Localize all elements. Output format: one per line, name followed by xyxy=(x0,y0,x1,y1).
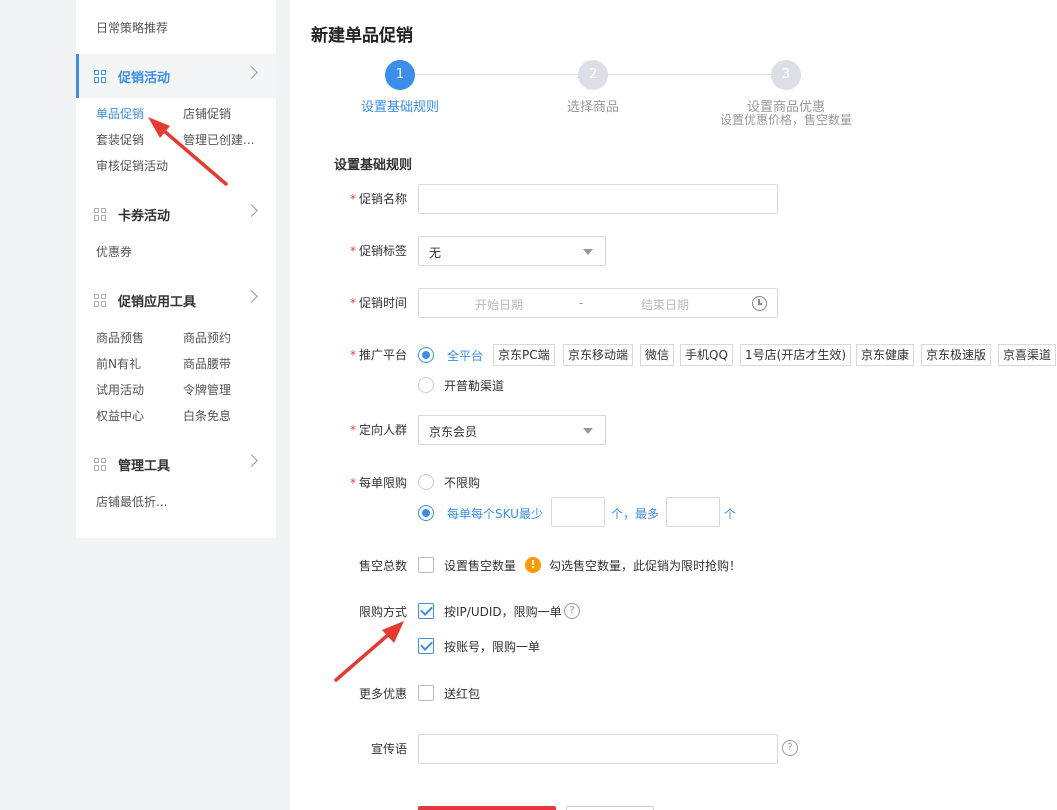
platform-all-label[interactable]: 全平台 xyxy=(447,347,483,364)
slogan-input[interactable] xyxy=(418,734,778,764)
platform-tag-wechat[interactable]: 微信 xyxy=(640,344,675,366)
promo-tag-value: 无 xyxy=(429,246,442,260)
step-2-label: 选择商品 xyxy=(566,100,619,115)
platform-tag-jd-lite[interactable]: 京东极速版 xyxy=(921,344,992,366)
clock-icon xyxy=(752,296,767,311)
sidebar-link-lowest-discount[interactable]: 店铺最低折... xyxy=(96,493,167,510)
platform-tag-mobile-qq[interactable]: 手机QQ xyxy=(680,344,733,366)
audience-value: 京东会员 xyxy=(429,425,478,439)
soldout-checkbox[interactable] xyxy=(418,557,434,573)
step-3-sublabel: 设置优惠价格，售空数量 xyxy=(719,113,852,127)
sidebar-section-title: 卡券活动 xyxy=(118,208,171,224)
caret-down-icon xyxy=(583,428,593,434)
platform-tag-jd-mobile[interactable]: 京东移动端 xyxy=(563,344,634,366)
sidebar-link-interest-free[interactable]: 白条免息 xyxy=(183,407,231,424)
chevron-right-icon xyxy=(245,66,258,79)
sidebar-link-benefits[interactable]: 权益中心 xyxy=(96,407,144,424)
grid-icon xyxy=(94,457,107,471)
sidebar-link-product-belt[interactable]: 商品腰带 xyxy=(183,355,231,372)
chevron-right-icon xyxy=(245,454,258,467)
promo-name-input[interactable] xyxy=(418,184,778,214)
sidebar-link-reservation[interactable]: 商品预约 xyxy=(183,329,231,346)
limit-min-input[interactable] xyxy=(551,497,605,527)
warning-icon: ! xyxy=(525,557,541,573)
section-title: 设置基础规则 xyxy=(334,158,413,173)
sidebar: 日常策略推荐 促销活动 单品促销 店铺促销 套装促销 管理已创建... 审核促销… xyxy=(76,0,276,538)
promo-tag-label: * 促销标签 xyxy=(349,244,407,258)
platform-tag-jd-health[interactable]: 京东健康 xyxy=(856,344,915,366)
sidebar-section-coupons[interactable]: 卡券活动 xyxy=(76,192,276,236)
sidebar-section-promotions[interactable]: 促销活动 xyxy=(76,54,276,98)
cancel-button[interactable] xyxy=(566,806,654,810)
sidebar-link-coupon[interactable]: 优惠券 xyxy=(96,243,132,260)
sidebar-section-tools[interactable]: 促销应用工具 xyxy=(76,278,276,322)
limit-account-label[interactable]: 按账号，限购一单 xyxy=(444,638,540,655)
chevron-right-icon xyxy=(245,290,258,303)
grid-icon xyxy=(94,69,107,83)
chevron-right-icon xyxy=(245,204,258,217)
step-connector xyxy=(607,74,771,75)
grid-icon xyxy=(94,293,107,307)
audience-label: * 定向人群 xyxy=(349,423,407,437)
sidebar-section-title: 促销应用工具 xyxy=(118,294,197,310)
step-1-label: 设置基础规则 xyxy=(360,100,439,115)
sidebar-link-bundle-promo[interactable]: 套装促销 xyxy=(96,131,144,148)
promo-name-label: * 促销名称 xyxy=(349,192,407,206)
sidebar-link-trial[interactable]: 试用活动 xyxy=(96,381,144,398)
limit-ip-checkbox[interactable] xyxy=(418,603,434,619)
limit-label: * 每单限购 xyxy=(349,476,407,490)
grid-icon xyxy=(94,207,107,221)
platform-all-radio[interactable] xyxy=(418,347,434,363)
promo-tag-select[interactable]: 无 xyxy=(418,236,606,266)
page-title: 新建单品促销 xyxy=(311,26,413,46)
promo-time-label: * 促销时间 xyxy=(349,296,407,310)
step-1-circle: 1 xyxy=(385,60,415,90)
soldout-label: 售空总数 xyxy=(358,559,407,573)
sidebar-section-title: 管理工具 xyxy=(118,458,171,474)
limit-ip-label[interactable]: 按IP/UDID，限购一单 xyxy=(444,603,562,620)
step-connector xyxy=(415,74,578,75)
sidebar-link-first-n-gift[interactable]: 前N有礼 xyxy=(96,355,141,372)
red-packet-label[interactable]: 送红包 xyxy=(444,685,480,702)
limit-account-checkbox[interactable] xyxy=(418,638,434,654)
sidebar-section-manage-tools[interactable]: 管理工具 xyxy=(76,442,276,486)
sidebar-link-token[interactable]: 令牌管理 xyxy=(183,381,231,398)
soldout-check-label[interactable]: 设置售空数量 xyxy=(444,557,516,574)
step-2-circle: 2 xyxy=(578,60,608,90)
platform-kepler-radio[interactable] xyxy=(418,377,434,393)
limit-none-label[interactable]: 不限购 xyxy=(444,474,480,491)
promo-time-range-picker[interactable]: 开始日期 - 结束日期 xyxy=(418,288,778,318)
next-step-button[interactable] xyxy=(418,806,556,810)
end-date-placeholder[interactable]: 结束日期 xyxy=(641,296,689,313)
sidebar-top-link[interactable]: 日常策略推荐 xyxy=(96,19,168,36)
slogan-label: 宣传语 xyxy=(370,742,407,756)
annotation-arrow xyxy=(148,117,228,186)
platform-kepler-label[interactable]: 开普勒渠道 xyxy=(444,377,504,394)
platform-label: * 推广平台 xyxy=(349,348,407,362)
annotation-arrow xyxy=(334,621,404,682)
limit-none-radio[interactable] xyxy=(418,474,434,490)
limit-unit-max-label: 个，最多 xyxy=(611,507,660,521)
limit-sku-radio[interactable] xyxy=(418,505,434,521)
audience-select[interactable]: 京东会员 xyxy=(418,415,606,445)
step-3-circle: 3 xyxy=(771,60,801,90)
main-panel: 新建单品促销 1 2 3 设置基础规则 选择商品 设置商品优惠 设置优惠价格，售… xyxy=(290,0,1057,810)
sidebar-link-single-promo[interactable]: 单品促销 xyxy=(96,105,144,122)
help-icon[interactable]: ? xyxy=(564,603,580,619)
limit-unit-label: 个 xyxy=(724,507,737,521)
sidebar-link-presale[interactable]: 商品预售 xyxy=(96,329,144,346)
soldout-warning-text: 勾选售空数量，此促销为限时抢购！ xyxy=(549,559,742,573)
red-packet-checkbox[interactable] xyxy=(418,685,434,701)
help-icon[interactable]: ? xyxy=(782,740,798,756)
limit-max-input[interactable] xyxy=(666,497,720,527)
platform-tag-jx[interactable]: 京喜渠道 xyxy=(998,344,1057,366)
platform-tag-yhd[interactable]: 1号店(开店才生效) xyxy=(740,344,851,366)
date-separator: - xyxy=(579,296,584,310)
caret-down-icon xyxy=(583,249,593,255)
limit-sku-label[interactable]: 每单每个SKU最少 xyxy=(447,505,543,522)
start-date-placeholder[interactable]: 开始日期 xyxy=(475,296,523,313)
platform-tag-jd-pc[interactable]: 京东PC端 xyxy=(493,344,555,366)
sidebar-section-title: 促销活动 xyxy=(118,70,171,86)
